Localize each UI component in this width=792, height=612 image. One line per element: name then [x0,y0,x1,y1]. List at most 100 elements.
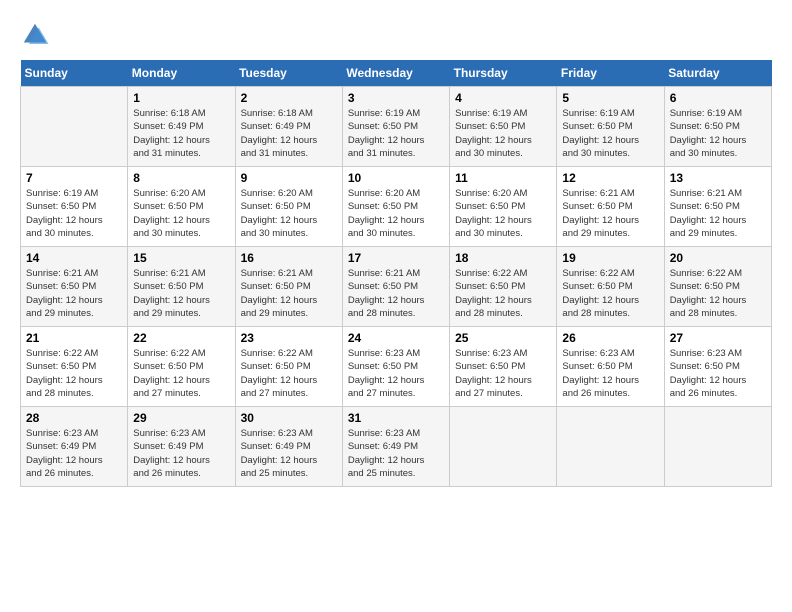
day-info: Sunrise: 6:18 AM Sunset: 6:49 PM Dayligh… [133,107,229,160]
day-info: Sunrise: 6:23 AM Sunset: 6:49 PM Dayligh… [26,427,122,480]
day-cell: 24 Sunrise: 6:23 AM Sunset: 6:50 PM Dayli… [342,327,449,407]
day-info: Sunrise: 6:21 AM Sunset: 6:50 PM Dayligh… [26,267,122,320]
column-header-tuesday: Tuesday [235,60,342,87]
day-number: 1 [133,91,229,105]
day-info: Sunrise: 6:19 AM Sunset: 6:50 PM Dayligh… [348,107,444,160]
day-number: 16 [241,251,337,265]
day-cell: 25 Sunrise: 6:23 AM Sunset: 6:50 PM Dayli… [450,327,557,407]
day-cell: 11 Sunrise: 6:20 AM Sunset: 6:50 PM Dayli… [450,167,557,247]
logo-icon [20,20,50,50]
day-number: 4 [455,91,551,105]
day-number: 18 [455,251,551,265]
day-number: 15 [133,251,229,265]
day-info: Sunrise: 6:23 AM Sunset: 6:50 PM Dayligh… [670,347,766,400]
day-cell: 30 Sunrise: 6:23 AM Sunset: 6:49 PM Dayli… [235,407,342,487]
day-info: Sunrise: 6:22 AM Sunset: 6:50 PM Dayligh… [241,347,337,400]
day-number: 5 [562,91,658,105]
logo [20,20,52,50]
day-cell: 1 Sunrise: 6:18 AM Sunset: 6:49 PM Daylig… [128,87,235,167]
day-number: 21 [26,331,122,345]
week-row-2: 7Sunrise: 6:19 AM Sunset: 6:50 PM Daylig… [21,167,772,247]
day-cell: 31 Sunrise: 6:23 AM Sunset: 6:49 PM Dayli… [342,407,449,487]
day-info: Sunrise: 6:22 AM Sunset: 6:50 PM Dayligh… [26,347,122,400]
day-number: 23 [241,331,337,345]
week-row-4: 21 Sunrise: 6:22 AM Sunset: 6:50 PM Dayli… [21,327,772,407]
day-info: Sunrise: 6:23 AM Sunset: 6:49 PM Dayligh… [348,427,444,480]
day-cell: 20 Sunrise: 6:22 AM Sunset: 6:50 PM Dayli… [664,247,771,327]
day-info: Sunrise: 6:23 AM Sunset: 6:50 PM Dayligh… [348,347,444,400]
day-cell: 27Sunrise: 6:23 AM Sunset: 6:50 PM Dayli… [664,327,771,407]
day-info: Sunrise: 6:22 AM Sunset: 6:50 PM Dayligh… [455,267,551,320]
day-info: Sunrise: 6:21 AM Sunset: 6:50 PM Dayligh… [133,267,229,320]
day-cell: 15 Sunrise: 6:21 AM Sunset: 6:50 PM Dayli… [128,247,235,327]
day-cell: 3Sunrise: 6:19 AM Sunset: 6:50 PM Daylig… [342,87,449,167]
day-cell: 7Sunrise: 6:19 AM Sunset: 6:50 PM Daylig… [21,167,128,247]
day-info: Sunrise: 6:20 AM Sunset: 6:50 PM Dayligh… [348,187,444,240]
day-cell: 23 Sunrise: 6:22 AM Sunset: 6:50 PM Dayli… [235,327,342,407]
column-header-thursday: Thursday [450,60,557,87]
calendar-body: 1 Sunrise: 6:18 AM Sunset: 6:49 PM Daylig… [21,87,772,487]
day-info: Sunrise: 6:21 AM Sunset: 6:50 PM Dayligh… [562,187,658,240]
day-number: 13 [670,171,766,185]
day-number: 20 [670,251,766,265]
week-row-3: 14 Sunrise: 6:21 AM Sunset: 6:50 PM Dayli… [21,247,772,327]
day-info: Sunrise: 6:20 AM Sunset: 6:50 PM Dayligh… [241,187,337,240]
week-row-5: 28 Sunrise: 6:23 AM Sunset: 6:49 PM Dayli… [21,407,772,487]
day-info: Sunrise: 6:21 AM Sunset: 6:50 PM Dayligh… [241,267,337,320]
day-number: 12 [562,171,658,185]
day-number: 30 [241,411,337,425]
day-cell: 2Sunrise: 6:18 AM Sunset: 6:49 PM Daylig… [235,87,342,167]
day-info: Sunrise: 6:20 AM Sunset: 6:50 PM Dayligh… [133,187,229,240]
day-cell: 16 Sunrise: 6:21 AM Sunset: 6:50 PM Dayli… [235,247,342,327]
day-number: 9 [241,171,337,185]
day-info: Sunrise: 6:19 AM Sunset: 6:50 PM Dayligh… [455,107,551,160]
day-number: 10 [348,171,444,185]
day-cell: 17 Sunrise: 6:21 AM Sunset: 6:50 PM Dayli… [342,247,449,327]
page-header [20,20,772,50]
day-info: Sunrise: 6:22 AM Sunset: 6:50 PM Dayligh… [562,267,658,320]
day-number: 17 [348,251,444,265]
day-cell [664,407,771,487]
calendar-table: SundayMondayTuesdayWednesdayThursdayFrid… [20,60,772,487]
day-number: 14 [26,251,122,265]
day-number: 26 [562,331,658,345]
day-number: 2 [241,91,337,105]
day-info: Sunrise: 6:21 AM Sunset: 6:50 PM Dayligh… [670,187,766,240]
day-number: 6 [670,91,766,105]
day-number: 7 [26,171,122,185]
day-number: 31 [348,411,444,425]
day-info: Sunrise: 6:23 AM Sunset: 6:49 PM Dayligh… [133,427,229,480]
day-info: Sunrise: 6:23 AM Sunset: 6:49 PM Dayligh… [241,427,337,480]
day-number: 24 [348,331,444,345]
column-header-wednesday: Wednesday [342,60,449,87]
header-row: SundayMondayTuesdayWednesdayThursdayFrid… [21,60,772,87]
day-info: Sunrise: 6:22 AM Sunset: 6:50 PM Dayligh… [670,267,766,320]
day-cell [557,407,664,487]
column-header-saturday: Saturday [664,60,771,87]
day-cell: 19 Sunrise: 6:22 AM Sunset: 6:50 PM Dayli… [557,247,664,327]
day-info: Sunrise: 6:23 AM Sunset: 6:50 PM Dayligh… [562,347,658,400]
day-number: 11 [455,171,551,185]
day-info: Sunrise: 6:19 AM Sunset: 6:50 PM Dayligh… [562,107,658,160]
day-cell: 13 Sunrise: 6:21 AM Sunset: 6:50 PM Dayli… [664,167,771,247]
day-cell: 22Sunrise: 6:22 AM Sunset: 6:50 PM Dayli… [128,327,235,407]
day-number: 25 [455,331,551,345]
day-cell: 21 Sunrise: 6:22 AM Sunset: 6:50 PM Dayli… [21,327,128,407]
day-cell: 6Sunrise: 6:19 AM Sunset: 6:50 PM Daylig… [664,87,771,167]
column-header-friday: Friday [557,60,664,87]
day-number: 8 [133,171,229,185]
day-info: Sunrise: 6:22 AM Sunset: 6:50 PM Dayligh… [133,347,229,400]
day-cell [21,87,128,167]
day-cell: 28 Sunrise: 6:23 AM Sunset: 6:49 PM Dayli… [21,407,128,487]
day-info: Sunrise: 6:21 AM Sunset: 6:50 PM Dayligh… [348,267,444,320]
day-cell: 10 Sunrise: 6:20 AM Sunset: 6:50 PM Dayli… [342,167,449,247]
day-cell: 8 Sunrise: 6:20 AM Sunset: 6:50 PM Daylig… [128,167,235,247]
day-info: Sunrise: 6:23 AM Sunset: 6:50 PM Dayligh… [455,347,551,400]
column-header-sunday: Sunday [21,60,128,87]
day-number: 29 [133,411,229,425]
day-number: 19 [562,251,658,265]
week-row-1: 1 Sunrise: 6:18 AM Sunset: 6:49 PM Daylig… [21,87,772,167]
day-number: 28 [26,411,122,425]
day-info: Sunrise: 6:20 AM Sunset: 6:50 PM Dayligh… [455,187,551,240]
column-header-monday: Monday [128,60,235,87]
